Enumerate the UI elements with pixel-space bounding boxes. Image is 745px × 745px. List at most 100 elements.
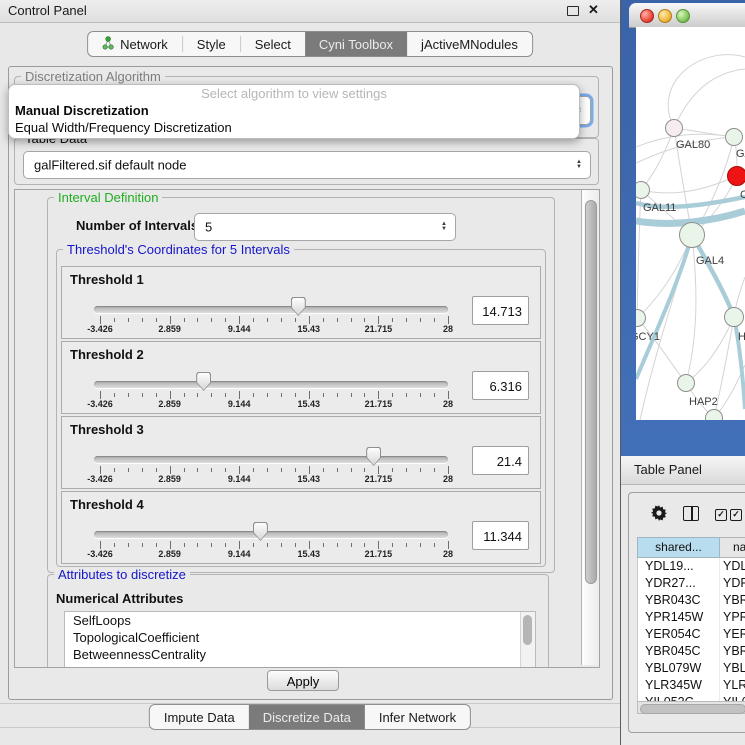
settings-vertical-scrollbar[interactable] [581, 190, 599, 665]
tab-label: Discretize Data [263, 710, 351, 725]
slider-track[interactable] [94, 456, 448, 463]
panel-title: Control Panel [8, 3, 87, 18]
cell-name: YLR3 [720, 677, 745, 694]
table-horizontal-scrollbar[interactable] [637, 701, 745, 714]
settings-scrollpane: Interval Definition Number of Intervals … [14, 189, 600, 668]
network-node-gal80[interactable] [665, 119, 683, 137]
network-node[interactable] [705, 409, 723, 420]
slider-thumb[interactable] [196, 372, 211, 391]
threshold-value-field[interactable]: 21.4 [472, 446, 529, 475]
table-panel: ✓ ✓ shared... name YDL19...YDL1YDR27...Y… [628, 492, 745, 733]
tab-infer-network[interactable]: Infer Network [365, 705, 470, 729]
column-selector-icon[interactable] [683, 506, 699, 521]
table-row[interactable]: YBL079WYBL0 [638, 660, 745, 677]
threshold-value-field[interactable]: 6.316 [472, 371, 529, 400]
attributes-group-title: Attributes to discretize [54, 567, 190, 582]
tab-style[interactable]: Style [183, 32, 240, 56]
threshold-label: Threshold 3 [70, 422, 144, 437]
table-row[interactable]: YLR345WYLR3 [638, 677, 745, 694]
stepper-arrows-icon: ▲▼ [576, 160, 582, 170]
algorithm-group-title: Discretization Algorithm [21, 69, 165, 84]
tab-select[interactable]: Select [241, 32, 305, 56]
table-data-combo[interactable]: galFiltered.sif default node ▲▼ [23, 151, 591, 179]
network-node-gal4[interactable] [679, 222, 705, 248]
slider-thumb[interactable] [291, 297, 306, 316]
slider-track[interactable] [94, 531, 448, 538]
tab-impute-data[interactable]: Impute Data [150, 705, 249, 729]
dropdown-option-equal-width[interactable]: Equal Width/Frequency Discretization [15, 120, 232, 135]
cell-name: YER0 [720, 626, 745, 643]
tab-label: Style [197, 37, 226, 52]
tab-network[interactable]: Network [88, 32, 182, 56]
cell-shared-name: YBL079W [638, 660, 720, 677]
slider-thumb[interactable] [253, 522, 268, 541]
top-tab-bar: Network Style SelectCyni ToolboxjActiveMNo… [87, 31, 533, 57]
table-data-value: galFiltered.sif default node [34, 158, 186, 173]
slider-ticks [100, 541, 448, 549]
threshold-panel-1: Threshold 1-3.4262.8599.14415.4321.71528… [61, 266, 541, 339]
attributes-list-scrollbar[interactable] [520, 612, 535, 668]
column-header-shared-name[interactable]: shared... [637, 537, 720, 558]
num-intervals-label: Number of Intervals [76, 218, 198, 233]
thresholds-groupbox: Threshold's Coordinates for 5 Intervals … [56, 249, 546, 567]
node-label: C [740, 189, 745, 201]
close-traffic-light[interactable] [640, 9, 654, 23]
minimize-traffic-light[interactable] [658, 9, 672, 23]
gear-icon[interactable] [651, 505, 667, 521]
network-node-c[interactable] [727, 166, 745, 186]
tab-cyni-toolbox[interactable]: Cyni Toolbox [305, 32, 407, 56]
panel-divider[interactable] [620, 0, 621, 745]
network-window-titlebar[interactable] [629, 3, 745, 28]
control-panel-titlebar: Control Panel ✕ [0, 0, 620, 23]
scrollbar-thumb[interactable] [640, 704, 745, 714]
table-row[interactable]: YIL052CYIL0 [638, 694, 745, 701]
table-row[interactable]: YER054CYER0 [638, 626, 745, 643]
table-row[interactable]: YBR043CYBR0 [638, 592, 745, 609]
attribute-item-betweennesscentrality[interactable]: BetweennessCentrality [65, 646, 535, 663]
slider-track[interactable] [94, 306, 448, 313]
threshold-value-field[interactable]: 11.344 [472, 521, 529, 550]
table-data-groupbox: Table Data galFiltered.sif default node … [14, 138, 599, 185]
apply-button[interactable]: Apply [267, 670, 339, 691]
threshold-value-field[interactable]: 14.713 [472, 296, 529, 325]
network-node-ga[interactable] [725, 128, 743, 146]
num-intervals-combo[interactable]: 5 ▲▼ [194, 213, 456, 241]
threshold-label: Threshold 4 [70, 497, 144, 512]
slider-ticks [100, 316, 448, 324]
cell-name: YPR1 [720, 609, 745, 626]
column-header-name[interactable]: name [720, 537, 745, 558]
interval-definition-groupbox: Interval Definition Number of Intervals … [47, 197, 555, 573]
cell-shared-name: YDL19... [638, 558, 720, 575]
float-window-icon[interactable] [567, 6, 579, 16]
scrollbar-thumb[interactable] [523, 615, 532, 645]
network-node-h[interactable] [724, 307, 744, 327]
network-node-hap2[interactable] [677, 374, 695, 392]
cell-shared-name: YIL052C [638, 694, 720, 701]
tab-discretize-data[interactable]: Discretize Data [249, 705, 365, 729]
checkbox-icon[interactable]: ✓ [715, 509, 727, 521]
cell-shared-name: YBR045C [638, 643, 720, 660]
table-row[interactable]: YBR045CYBR0 [638, 643, 745, 660]
table-row[interactable]: YPR145WYPR1 [638, 609, 745, 626]
attributes-list[interactable]: SelfLoopsTopologicalCoefficientBetweenne… [64, 611, 536, 668]
table-row[interactable]: YDR27...YDR2 [638, 575, 745, 592]
scrollbar-thumb[interactable] [585, 200, 597, 584]
network-canvas[interactable]: GAL80GACGAL11GAL4GCY1HHAP2 [636, 27, 745, 420]
table-panel-title: Table Panel [634, 462, 702, 477]
zoom-traffic-light[interactable] [676, 9, 690, 23]
node-label: GA [736, 148, 745, 160]
checkbox-icon[interactable]: ✓ [730, 509, 742, 521]
table-row[interactable]: YDL19...YDL1 [638, 558, 745, 575]
table-panel-header: Table Panel [621, 456, 745, 485]
thresholds-group-title: Threshold's Coordinates for 5 Intervals [63, 242, 294, 257]
attribute-item-selfloops[interactable]: SelfLoops [65, 612, 535, 629]
slider-thumb[interactable] [366, 447, 381, 466]
network-icon [102, 36, 115, 53]
node-label: HAP2 [689, 396, 718, 408]
dropdown-option-manual[interactable]: Manual Discretization [15, 103, 149, 118]
slider-track[interactable] [94, 381, 448, 388]
attribute-item-topologicalcoefficient[interactable]: TopologicalCoefficient [65, 629, 535, 646]
tab-jactivemnodules[interactable]: jActiveMNodules [407, 32, 532, 56]
cell-shared-name: YPR145W [638, 609, 720, 626]
close-icon[interactable]: ✕ [588, 2, 599, 18]
